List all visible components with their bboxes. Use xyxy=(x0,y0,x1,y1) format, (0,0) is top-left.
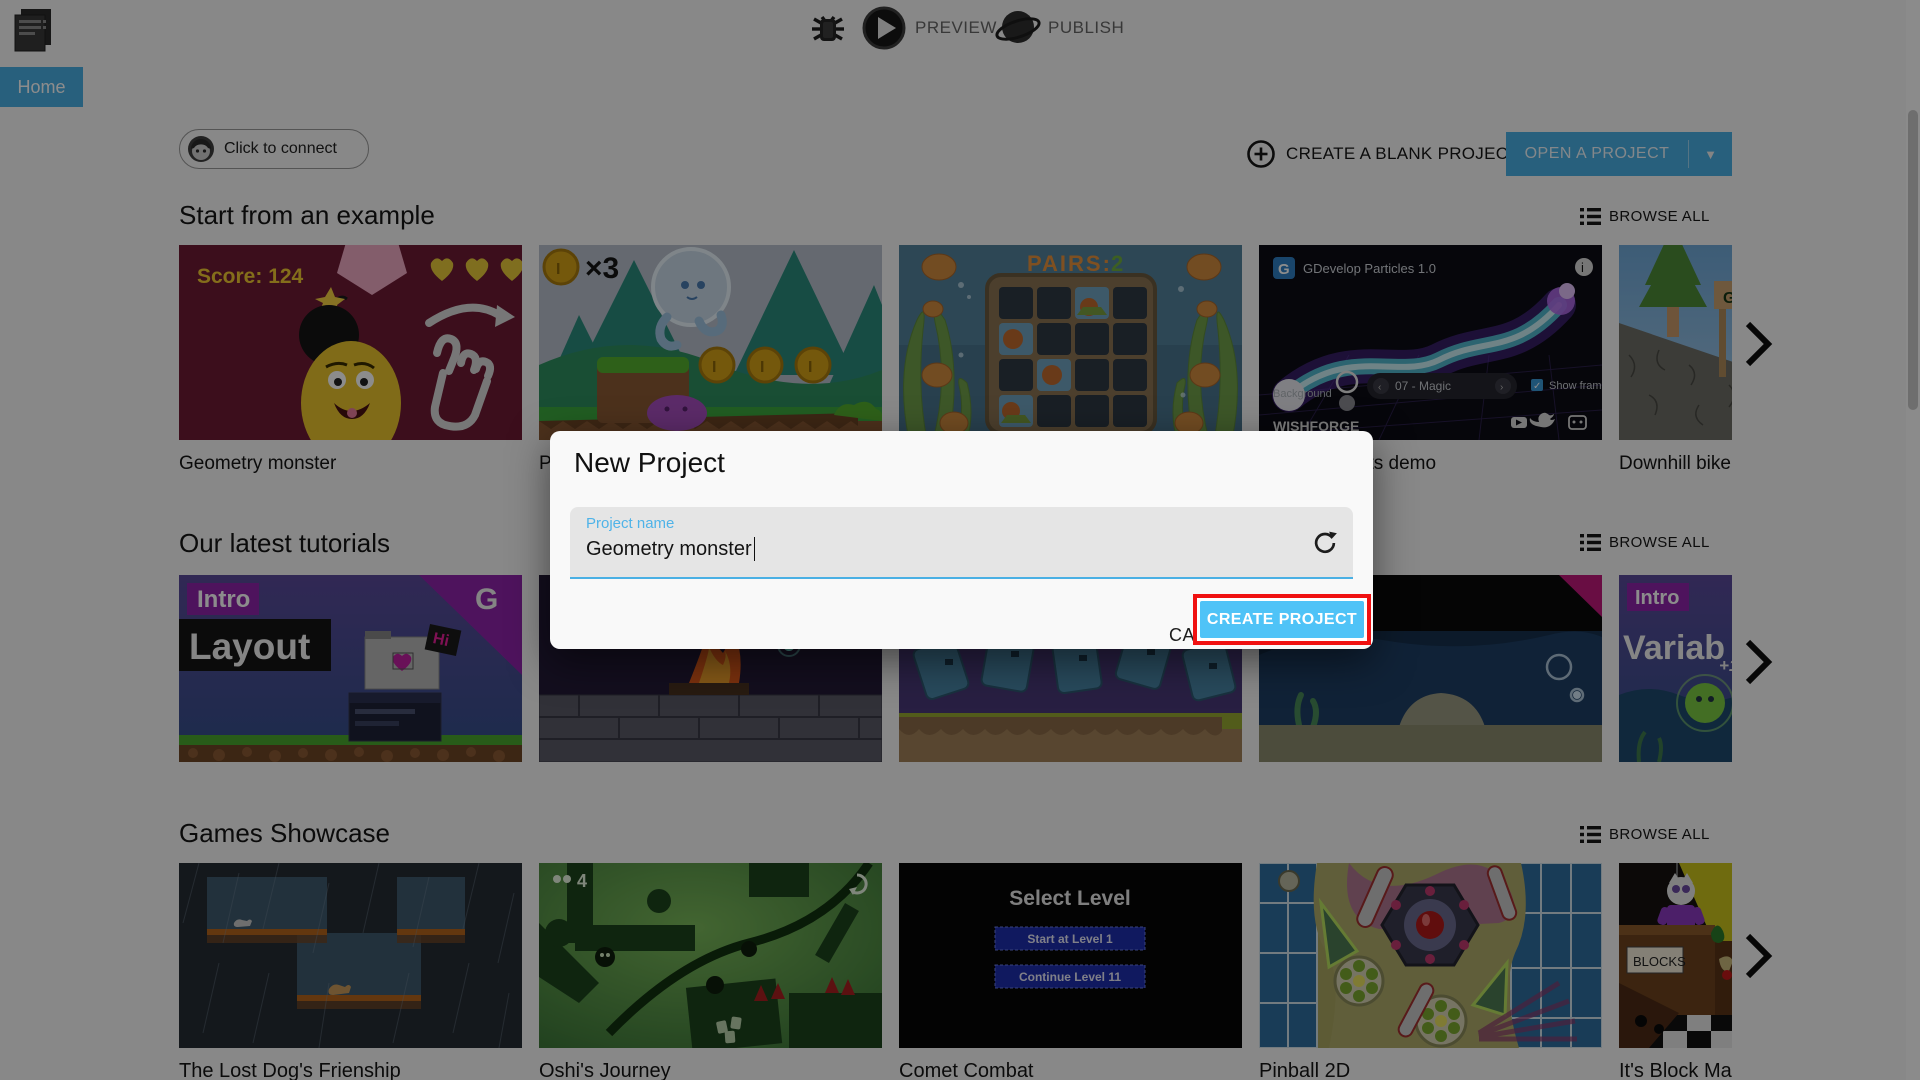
gdevelop-window: PREVIEW PUBLISH Home Click to connect CR… xyxy=(0,0,1920,1080)
project-name-input[interactable]: Geometry monster xyxy=(586,537,756,561)
project-name-label: Project name xyxy=(586,515,675,532)
project-name-value: Geometry monster xyxy=(586,537,752,560)
refresh-icon[interactable] xyxy=(1311,529,1339,557)
create-project-button[interactable]: CREATE PROJECT xyxy=(1200,601,1364,638)
project-name-field[interactable]: Project name Geometry monster xyxy=(570,507,1353,579)
text-cursor xyxy=(753,537,756,561)
new-project-dialog: New Project Project name Geometry monste… xyxy=(550,431,1373,649)
dialog-title: New Project xyxy=(574,447,725,478)
annotation-highlight-box: CREATE PROJECT xyxy=(1193,594,1371,645)
